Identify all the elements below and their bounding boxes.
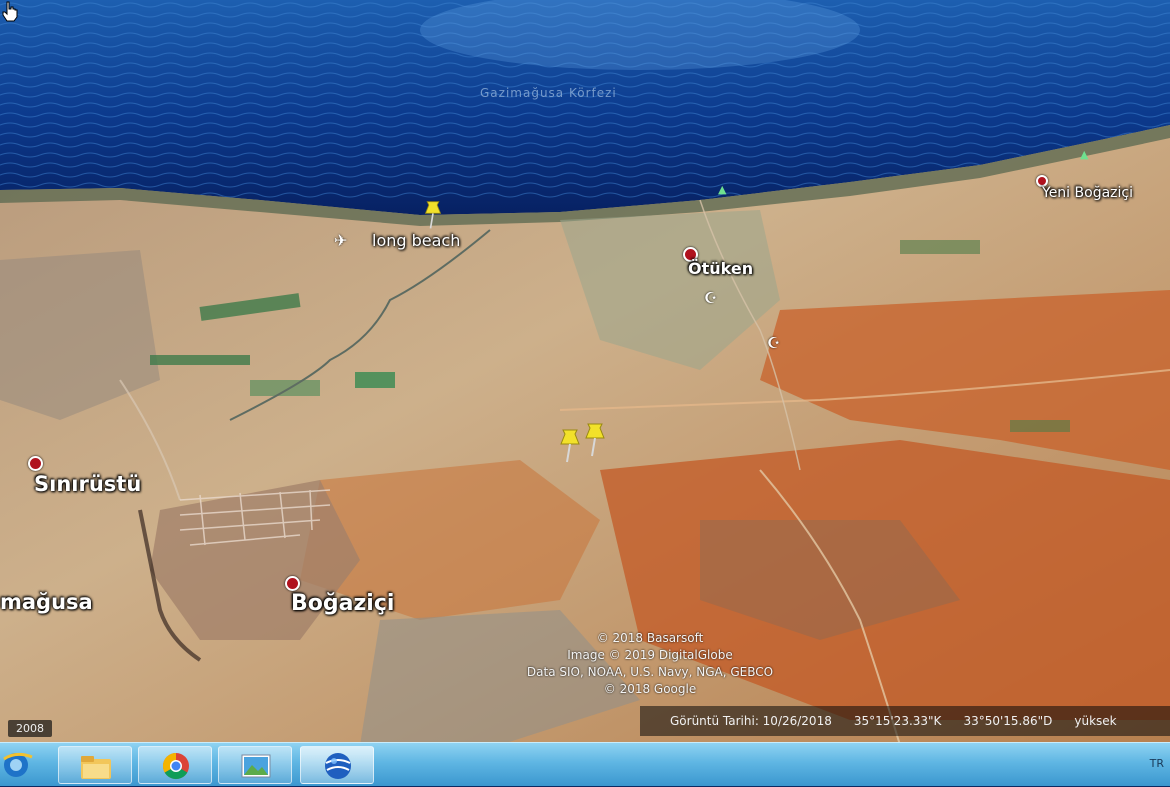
place-marker-bogazici[interactable] <box>285 576 300 591</box>
photo-viewer-icon <box>241 754 271 778</box>
place-label-sinirustu[interactable]: Sınırüstü <box>34 472 141 496</box>
place-label-bogazici[interactable]: Boğaziçi <box>291 591 394 616</box>
pushpin-icon[interactable] <box>420 200 446 230</box>
chrome-button[interactable] <box>138 746 212 784</box>
credit-line: © 2018 Google <box>603 682 697 696</box>
language-indicator[interactable]: TR <box>1150 757 1164 770</box>
airplane-icon: ✈ <box>334 231 348 250</box>
google-earth-icon <box>325 753 351 779</box>
place-marker-sinirustu[interactable] <box>28 456 43 471</box>
marker-icon: ▲ <box>718 183 727 196</box>
marker-icon: ▲ <box>1080 148 1089 161</box>
photo-viewer-button[interactable] <box>218 746 292 784</box>
chrome-icon <box>162 752 189 780</box>
landmark-label-long-beach[interactable]: long beach <box>372 231 460 250</box>
imagery-date: Görüntü Tarihi: 10/26/2018 <box>670 714 832 728</box>
map-view[interactable]: Gazimağusa Körfezi long beach ✈ Ötüken Y… <box>0 0 1170 745</box>
sea-label: Gazimağusa Körfezi <box>480 86 617 100</box>
file-explorer-icon <box>81 756 111 779</box>
pushpin-icon[interactable] <box>580 422 610 458</box>
status-bar: Görüntü Tarihi: 10/26/2018 35°15'23.33"K… <box>640 706 1170 736</box>
internet-explorer-icon[interactable] <box>0 747 40 783</box>
credit-line: Data SIO, NOAA, U.S. Navy, NGA, GEBCO <box>526 665 774 679</box>
longitude-readout: 33°50'15.86"D <box>963 714 1053 728</box>
file-explorer-button[interactable] <box>58 746 132 784</box>
historical-imagery-year[interactable]: 2008 <box>8 720 52 737</box>
mosque-icon: ☪ <box>704 289 718 307</box>
taskbar: TR <box>0 742 1170 786</box>
mosque-icon: ☪ <box>767 334 781 352</box>
place-label-yeni-bogazici[interactable]: Yeni Boğaziçi <box>1042 185 1133 201</box>
credit-line: © 2018 Basarsoft <box>596 631 704 645</box>
place-label-magusa[interactable]: mağusa <box>0 590 93 614</box>
map-credits: © 2018 Basarsoft Image © 2019 DigitalGlo… <box>470 630 830 698</box>
google-earth-button[interactable] <box>300 746 374 784</box>
elevation-label: yüksek <box>1074 714 1117 728</box>
latitude-readout: 35°15'23.33"K <box>853 714 942 728</box>
hand-cursor-icon <box>2 1 18 22</box>
credit-line: Image © 2019 DigitalGlobe <box>567 648 733 662</box>
place-label-otuken[interactable]: Ötüken <box>688 259 753 278</box>
